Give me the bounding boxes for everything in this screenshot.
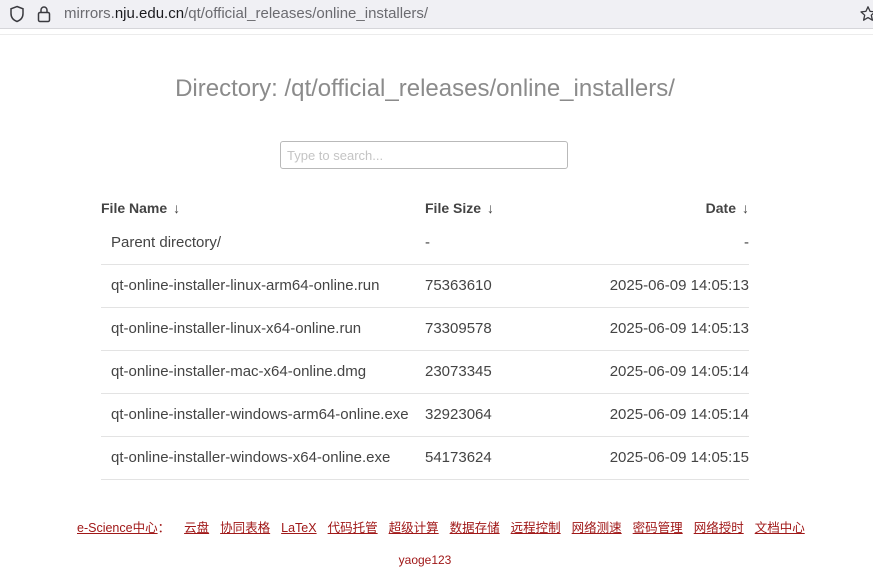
table-row: qt-online-installer-windows-x64-online.e… bbox=[101, 437, 749, 480]
column-label: Date bbox=[705, 200, 736, 216]
bookmark-star-icon[interactable] bbox=[859, 5, 873, 23]
file-size: - bbox=[425, 234, 430, 251]
footer-separator: ： bbox=[157, 521, 171, 535]
footer-link-code-hosting[interactable]: 代码托管 bbox=[328, 521, 378, 535]
file-size: 75363610 bbox=[425, 277, 492, 294]
file-table: File Name ↓ File Size ↓ Date ↓ Parent direc… bbox=[101, 195, 749, 480]
footer-link-data-storage[interactable]: 数据存储 bbox=[450, 521, 500, 535]
lock-icon[interactable] bbox=[37, 5, 51, 23]
column-header-file-size[interactable]: File Size ↓ bbox=[425, 199, 494, 217]
footer-link-docs-center[interactable]: 文档中心 bbox=[755, 521, 805, 535]
file-date: 2025-06-09 14:05:13 bbox=[609, 320, 749, 337]
search-input[interactable] bbox=[280, 141, 568, 169]
file-date: 2025-06-09 14:05:14 bbox=[609, 406, 749, 423]
file-date: 2025-06-09 14:05:15 bbox=[609, 449, 749, 466]
footer-link-remote-control[interactable]: 远程控制 bbox=[511, 521, 561, 535]
url-host: nju.edu.cn bbox=[114, 5, 185, 22]
sort-arrow-icon: ↓ bbox=[487, 200, 495, 216]
file-name-link[interactable]: qt-online-installer-linux-x64-online.run bbox=[111, 320, 361, 338]
file-name-link[interactable]: qt-online-installer-windows-arm64-online… bbox=[111, 406, 409, 424]
url-text[interactable]: mirrors.nju.edu.cn/qt/official_releases/… bbox=[64, 5, 428, 23]
column-header-date[interactable]: Date ↓ bbox=[706, 199, 749, 217]
footer-link-escience[interactable]: e-Science中心 bbox=[77, 521, 158, 535]
file-name-link[interactable]: qt-online-installer-mac-x64-online.dmg bbox=[111, 363, 366, 381]
file-name-link[interactable]: qt-online-installer-windows-x64-online.e… bbox=[111, 449, 390, 467]
file-date: - bbox=[744, 234, 749, 251]
column-header-file-name[interactable]: File Name ↓ bbox=[101, 199, 180, 217]
footer-link-password-manager[interactable]: 密码管理 bbox=[633, 521, 683, 535]
table-row: Parent directory/ - - bbox=[101, 223, 749, 265]
table-row: qt-online-installer-windows-arm64-online… bbox=[101, 394, 749, 437]
shield-icon[interactable] bbox=[9, 5, 25, 23]
footer-link-shared-sheets[interactable]: 协同表格 bbox=[220, 521, 270, 535]
file-size: 54173624 bbox=[425, 449, 492, 466]
footer-link-latex[interactable]: LaTeX bbox=[281, 521, 316, 535]
table-header: File Name ↓ File Size ↓ Date ↓ bbox=[101, 195, 749, 223]
column-label: File Size bbox=[425, 200, 482, 216]
file-name-link[interactable]: qt-online-installer-linux-arm64-online.r… bbox=[111, 277, 379, 295]
file-size: 73309578 bbox=[425, 320, 492, 337]
column-label: File Name bbox=[101, 200, 168, 216]
footer-link-supercomputing[interactable]: 超级计算 bbox=[389, 521, 439, 535]
file-size: 32923064 bbox=[425, 406, 492, 423]
table-row: qt-online-installer-linux-x64-online.run… bbox=[101, 308, 749, 351]
sort-arrow-icon: ↓ bbox=[742, 200, 749, 216]
address-bar[interactable]: mirrors.nju.edu.cn/qt/official_releases/… bbox=[0, 0, 873, 29]
sort-arrow-icon: ↓ bbox=[173, 200, 181, 216]
page-title: Directory: /qt/official_releases/online_… bbox=[175, 75, 675, 102]
footer-link-cloud-drive[interactable]: 云盘 bbox=[184, 521, 209, 535]
file-date: 2025-06-09 14:05:13 bbox=[609, 277, 749, 294]
table-row: qt-online-installer-linux-arm64-online.r… bbox=[101, 265, 749, 308]
divider bbox=[0, 34, 873, 35]
file-size: 23073345 bbox=[425, 363, 492, 380]
footer-links: e-Science中心： 云盘 协同表格 LaTeX 代码托管 超级计算 数据存储 远程控制网… bbox=[77, 519, 805, 537]
url-path: /qt/official_releases/online_installers/ bbox=[184, 5, 429, 22]
footer-link-speed-test[interactable]: 网络测速 bbox=[572, 521, 622, 535]
file-name-link[interactable]: Parent directory/ bbox=[111, 234, 221, 252]
url-prefix: mirrors. bbox=[64, 5, 115, 22]
table-row: qt-online-installer-mac-x64-online.dmg 2… bbox=[101, 351, 749, 394]
file-date: 2025-06-09 14:05:14 bbox=[609, 363, 749, 380]
footer-link-time-service[interactable]: 网络授时 bbox=[694, 521, 744, 535]
